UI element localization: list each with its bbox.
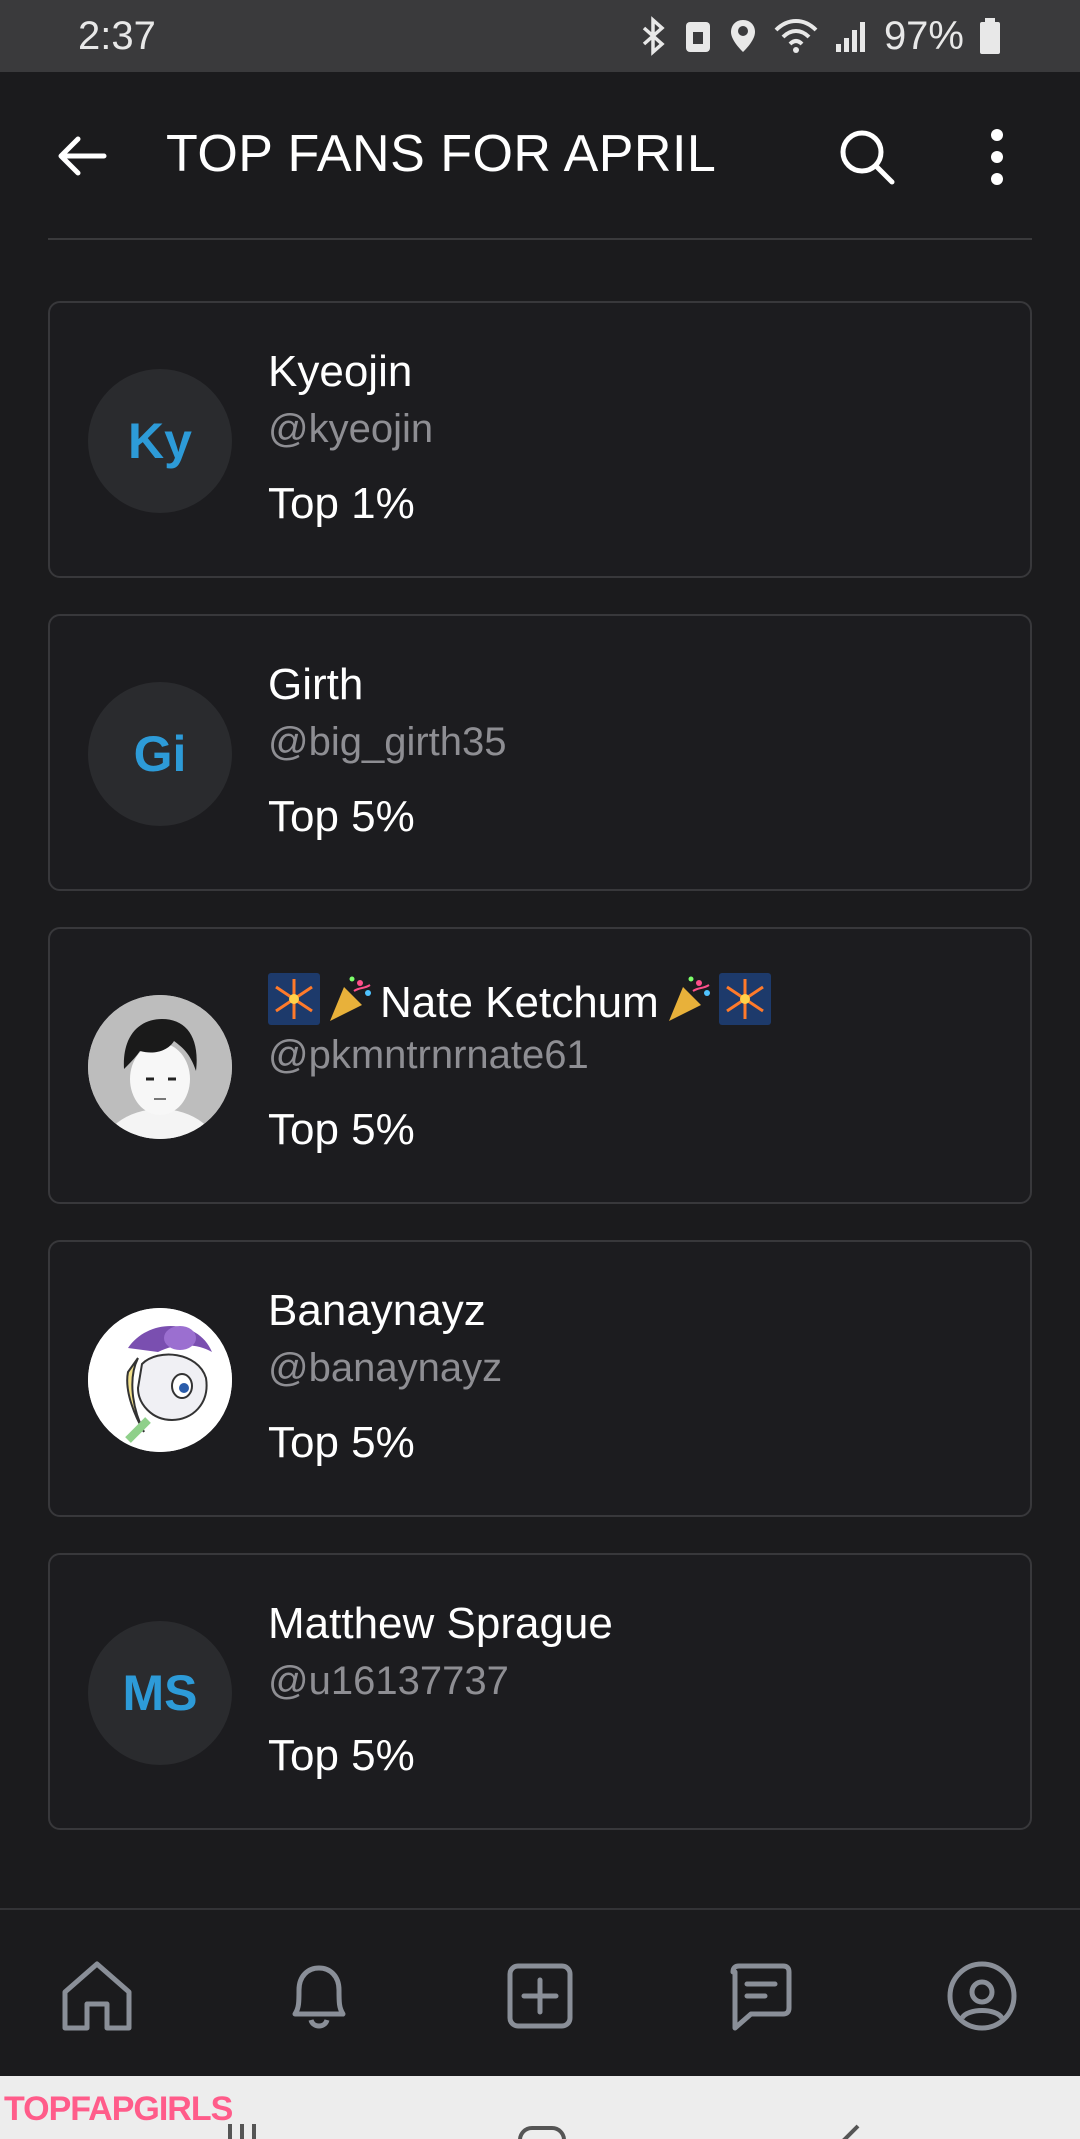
bell-icon	[292, 1965, 346, 2029]
party-popper-icon	[330, 976, 371, 1021]
avatar[interactable]: MS	[88, 1621, 232, 1765]
nfc-icon	[685, 22, 710, 52]
party-popper-icon	[668, 976, 710, 1021]
avatar-initials: Gi	[133, 726, 187, 782]
fan-rank: Top 5%	[268, 792, 415, 841]
home-icon	[62, 1961, 132, 2031]
status-bar: 2:37 97%	[0, 0, 1080, 72]
nav-add-post-button[interactable]	[500, 1956, 580, 2036]
fan-card[interactable]: Banaynayz @banaynayz Top 5%	[48, 1240, 1032, 1517]
avatar[interactable]: Gi	[88, 682, 232, 826]
fan-name[interactable]: Matthew Sprague	[268, 1599, 613, 1649]
fan-name[interactable]: Nate Ketchum	[268, 973, 775, 1028]
add-post-icon	[507, 1963, 573, 2029]
fan-name[interactable]: Banaynayz	[268, 1286, 486, 1336]
status-icons: 97%	[638, 14, 1002, 59]
pony-avatar-image	[88, 1308, 232, 1452]
fan-rank: Top 1%	[268, 479, 415, 528]
avatar[interactable]: Ky	[88, 369, 232, 513]
header-divider	[48, 238, 1032, 240]
home-system-icon[interactable]	[516, 2126, 568, 2139]
avatar[interactable]	[88, 1308, 232, 1452]
fan-name[interactable]: Girth	[268, 660, 363, 710]
battery-icon	[980, 18, 1000, 54]
fan-name[interactable]: Kyeojin	[268, 347, 412, 397]
bluetooth-icon	[642, 16, 665, 56]
fan-rank: Top 5%	[268, 1105, 415, 1154]
nav-home-button[interactable]	[57, 1956, 137, 2036]
watermark: TOPFAPGIRLS	[4, 2090, 233, 2128]
fireworks-icon	[268, 973, 320, 1025]
nav-profile-button[interactable]	[942, 1956, 1022, 2036]
avatar[interactable]	[88, 995, 232, 1139]
fireworks-icon	[718, 973, 771, 1025]
profile-icon	[947, 1961, 1017, 2031]
anime-avatar-image	[88, 995, 232, 1139]
fan-card[interactable]: Gi Girth @big_girth35 Top 5%	[48, 614, 1032, 891]
battery-percent: 97%	[883, 13, 964, 58]
fan-name-text: Nate Ketchum	[380, 978, 659, 1027]
more-options-button[interactable]	[982, 126, 1012, 188]
fan-card[interactable]: Nate Ketchum @pkmntrnrnate61 Top 5%	[48, 927, 1032, 1204]
fan-handle: @banaynayz	[268, 1346, 503, 1390]
more-vertical-icon	[991, 129, 1003, 185]
app-bar: TOP FANS FOR APRIL	[0, 72, 1080, 240]
search-icon	[840, 130, 895, 185]
fan-rank: Top 5%	[268, 1731, 415, 1780]
fan-card[interactable]: Ky Kyeojin @kyeojin Top 1%	[48, 301, 1032, 578]
location-icon	[730, 20, 755, 52]
back-arrow-icon	[58, 136, 107, 176]
wifi-icon	[774, 19, 818, 53]
avatar-initials: MS	[122, 1665, 198, 1721]
nav-messages-button[interactable]	[721, 1956, 801, 2036]
back-system-icon[interactable]	[828, 2124, 868, 2139]
nav-notifications-button[interactable]	[279, 1956, 359, 2036]
back-button[interactable]	[52, 126, 112, 186]
fan-handle: @big_girth35	[268, 720, 507, 764]
top-fans-list: Ky Kyeojin @kyeojin Top 1% Gi Girth @big…	[48, 301, 1032, 1866]
messages-icon	[730, 1963, 792, 2031]
fan-handle: @kyeojin	[268, 407, 434, 451]
status-time: 2:37	[78, 13, 156, 58]
bottom-navigation	[0, 1908, 1080, 2076]
fan-handle: @pkmntrnrnate61	[268, 1033, 589, 1077]
page-title: TOP FANS FOR APRIL	[166, 125, 717, 183]
signal-icon	[835, 22, 865, 52]
fan-handle: @u16137737	[268, 1659, 509, 1703]
fan-rank: Top 5%	[268, 1418, 415, 1467]
fan-card[interactable]: MS Matthew Sprague @u16137737 Top 5%	[48, 1553, 1032, 1830]
avatar-initials: Ky	[128, 413, 192, 469]
search-button[interactable]	[836, 126, 898, 188]
